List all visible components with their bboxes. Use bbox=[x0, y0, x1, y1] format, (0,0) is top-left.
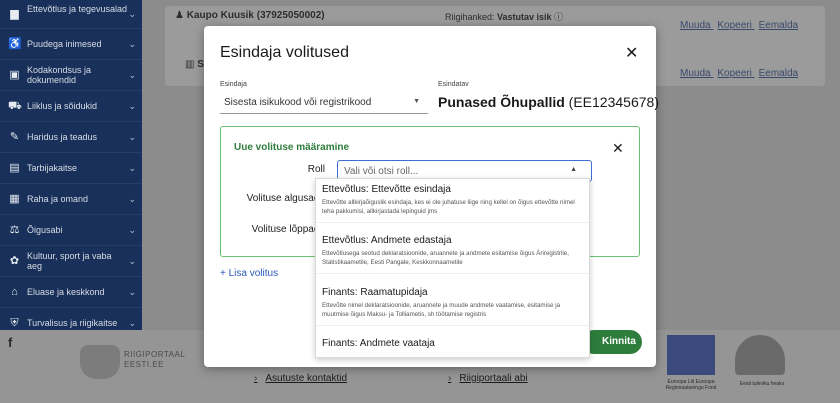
remove-link[interactable]: Eemalda bbox=[759, 20, 798, 31]
sidebar: ▆ Ettevõtlus ja tegevusalad ⌄ ♿ Puudega … bbox=[0, 0, 142, 339]
role-label: Roll bbox=[307, 164, 325, 175]
caret-up-icon: ▲ bbox=[570, 166, 577, 173]
role-dropdown-list: Ettevõtlus: Ettevõtte esindaja Ettevõtte… bbox=[315, 178, 590, 358]
chevron-right-icon: › bbox=[254, 373, 258, 384]
estonia-logo-text: Eesti tuleviku heaks bbox=[739, 381, 785, 387]
help-link[interactable]: › Riigiportaali abi bbox=[448, 373, 528, 384]
confirm-button[interactable]: Kinnita bbox=[582, 330, 642, 354]
chevron-down-icon: ⌄ bbox=[128, 255, 136, 266]
esindaja-select[interactable]: Sisesta isikukood või registrikood ▼ bbox=[220, 92, 428, 114]
close-icon[interactable]: ✕ bbox=[612, 140, 624, 157]
chevron-down-icon: ⌄ bbox=[128, 100, 136, 111]
copy-link[interactable]: Kopeeri bbox=[717, 68, 751, 79]
chevron-down-icon: ⌄ bbox=[128, 8, 136, 19]
gavel-icon: ⚖ bbox=[9, 223, 20, 236]
sidebar-item-disabled-people[interactable]: ♿ Puudega inimesed ⌄ bbox=[0, 29, 142, 60]
representative-role: Riigihanked: Vastutav isik ⓘ bbox=[445, 12, 564, 22]
sidebar-item-education[interactable]: ✎ Haridus ja teadus ⌄ bbox=[0, 122, 142, 153]
sidebar-item-housing[interactable]: ⌂ Eluase ja keskkond ⌄ bbox=[0, 277, 142, 308]
chevron-down-icon: ⌄ bbox=[128, 38, 136, 49]
row-actions-2: Muuda Kopeeri Eemalda bbox=[676, 68, 798, 79]
person-icon: ♟ bbox=[175, 10, 187, 21]
sidebar-item-label: Kultuur, sport ja vaba aeg bbox=[27, 251, 112, 271]
briefcase-icon: ▆ bbox=[10, 7, 19, 20]
start-date-label: Volituse algusaeg bbox=[246, 193, 325, 204]
chevron-down-icon: ⌄ bbox=[128, 224, 136, 235]
car-icon: ⛟ bbox=[8, 99, 22, 112]
id-card-icon: ▣ bbox=[9, 68, 20, 81]
representative-row: ♟ Kaupo Kuusik (37925050002) Riigihanked… bbox=[175, 10, 563, 22]
sidebar-item-culture[interactable]: ✿ Kultuur, sport ja vaba aeg ⌄ bbox=[0, 246, 142, 277]
chevron-down-icon: ⌄ bbox=[128, 317, 136, 328]
esindaja-label: Esindaja bbox=[220, 81, 247, 88]
end-date-label: Volituse lõppaeg bbox=[251, 224, 325, 235]
contacts-link[interactable]: › Asutuste kontaktid bbox=[254, 373, 347, 384]
chevron-down-icon: ⌄ bbox=[128, 131, 136, 142]
sidebar-item-money[interactable]: ▦ Raha ja omand ⌄ bbox=[0, 184, 142, 215]
change-link[interactable]: Muuda bbox=[680, 68, 711, 79]
representative-row-2: ▥ S bbox=[185, 59, 204, 70]
sidebar-item-label: Puudega inimesed bbox=[27, 39, 102, 49]
esindatav-label: Esindatav bbox=[438, 81, 469, 88]
sidebar-item-label: Ettevõtlus ja tegevusalad bbox=[27, 4, 128, 14]
sidebar-item-citizenship[interactable]: ▣ Kodakondsus ja dokumendid ⌄ bbox=[0, 60, 142, 91]
chevron-down-icon: ⌄ bbox=[128, 69, 136, 80]
close-icon[interactable]: ✕ bbox=[625, 43, 638, 63]
role-option[interactable]: Ettevõtlus: Ettevõtte esindaja Ettevõtte… bbox=[316, 179, 589, 223]
graduation-cap-icon: ✎ bbox=[9, 130, 20, 143]
sidebar-item-label: Haridus ja teadus bbox=[27, 132, 98, 142]
sidebar-item-label: Tarbijakaitse bbox=[27, 163, 78, 173]
esindatav-value: Punased Õhupallid (EE12345678) bbox=[438, 94, 659, 110]
remove-link[interactable]: Eemalda bbox=[759, 68, 798, 79]
info-icon: ⓘ bbox=[554, 12, 564, 22]
portal-logo-text: RIIGIPORTAAL EESTI.EE bbox=[124, 350, 186, 369]
sidebar-item-business[interactable]: ▆ Ettevõtlus ja tegevusalad ⌄ bbox=[0, 0, 142, 29]
sidebar-item-label: Õigusabi bbox=[27, 225, 63, 235]
estonia-crest-logo bbox=[80, 345, 120, 379]
sidebar-item-label: Turvalisus ja riigikaitse bbox=[27, 318, 118, 328]
accessibility-icon: ♿ bbox=[8, 37, 22, 50]
sidebar-item-consumer[interactable]: ▤ Tarbijakaitse ⌄ bbox=[0, 153, 142, 184]
facebook-icon[interactable]: f bbox=[8, 335, 12, 350]
caret-down-icon: ▼ bbox=[413, 98, 420, 105]
modal-title: Esindaja volitused bbox=[220, 44, 349, 61]
sidebar-item-label: Liiklus ja sõidukid bbox=[27, 101, 98, 111]
chevron-right-icon: › bbox=[448, 373, 452, 384]
new-permission-title: Uue volituse määramine bbox=[234, 142, 350, 153]
palette-icon: ✿ bbox=[9, 254, 20, 267]
role-option[interactable]: Finants: Andmete vaataja bbox=[316, 326, 589, 356]
add-permission-button[interactable]: + Lisa volitus bbox=[220, 268, 278, 279]
shield-icon: ⛨ bbox=[10, 316, 19, 329]
sidebar-item-label: Kodakondsus ja dokumendid bbox=[27, 65, 92, 85]
change-link[interactable]: Muuda bbox=[680, 20, 711, 31]
building-icon: ▥ bbox=[185, 59, 198, 70]
representative-name: Kaupo Kuusik (37925050002) bbox=[186, 10, 325, 21]
chevron-down-icon: ⌄ bbox=[128, 286, 136, 297]
eu-fund-text: Euroopa Liit Euroopa Regionaalarengu Fon… bbox=[665, 379, 717, 391]
copy-link[interactable]: Kopeeri bbox=[717, 20, 751, 31]
row-actions: Muuda Kopeeri Eemalda bbox=[676, 20, 798, 31]
chevron-down-icon: ⌄ bbox=[128, 193, 136, 204]
cart-icon: ▤ bbox=[9, 161, 20, 174]
sidebar-item-label: Raha ja omand bbox=[27, 194, 89, 204]
money-icon: ▦ bbox=[9, 192, 20, 205]
role-option[interactable]: Finants: Raamatupidaja Ettevõtte nimel d… bbox=[316, 274, 589, 326]
home-icon: ⌂ bbox=[11, 285, 18, 298]
role-option[interactable]: Ettevõtlus: Andmete edastaja Ettevõtluse… bbox=[316, 223, 589, 274]
chevron-down-icon: ⌄ bbox=[128, 162, 136, 173]
eu-flag-logo bbox=[667, 335, 715, 375]
sidebar-item-legal-aid[interactable]: ⚖ Õigusabi ⌄ bbox=[0, 215, 142, 246]
sidebar-item-traffic[interactable]: ⛟ Liiklus ja sõidukid ⌄ bbox=[0, 91, 142, 122]
sidebar-item-label: Eluase ja keskkond bbox=[27, 287, 105, 297]
